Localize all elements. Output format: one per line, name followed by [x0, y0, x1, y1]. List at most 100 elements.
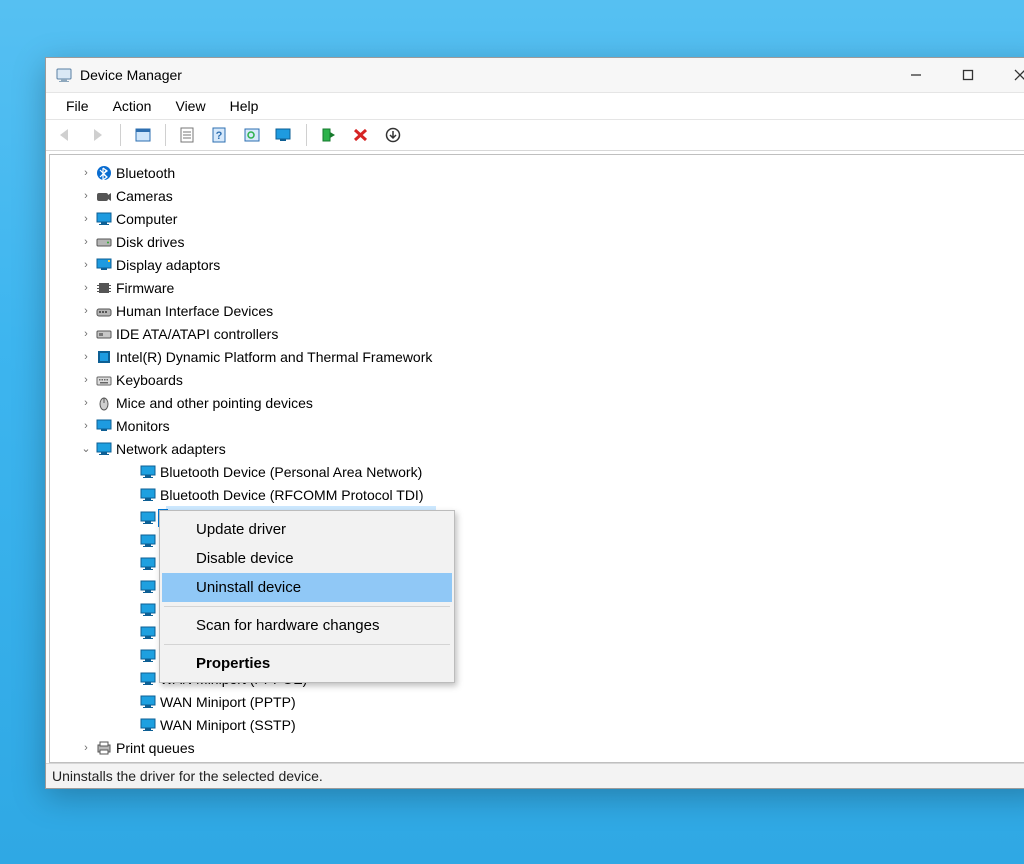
expander-icon[interactable]: › — [78, 374, 94, 386]
net-icon — [138, 694, 158, 710]
tree-category[interactable]: › IDE ATA/ATAPI controllers — [50, 322, 1024, 345]
tree-category[interactable]: › Human Interface Devices — [50, 299, 1024, 322]
menu-help[interactable]: Help — [218, 95, 271, 117]
net-icon — [138, 533, 158, 549]
tree-category[interactable]: › Mice and other pointing devices — [50, 391, 1024, 414]
close-button[interactable] — [994, 58, 1024, 92]
device-tree[interactable]: ›Bluetooth›Cameras›Computer›Disk drives›… — [49, 154, 1024, 763]
tree-category[interactable]: ›Firmware — [50, 276, 1024, 299]
tree-category[interactable]: › Keyboards — [50, 368, 1024, 391]
menu-view[interactable]: View — [163, 95, 217, 117]
expander-icon[interactable]: › — [78, 213, 94, 225]
display-icon — [94, 257, 114, 273]
toolbar-forward-button[interactable] — [84, 122, 112, 148]
tree-node-label: IDE ATA/ATAPI controllers — [114, 326, 278, 342]
hid-icon — [94, 303, 114, 319]
net-icon — [138, 625, 158, 641]
toolbar-uninstall-button[interactable] — [347, 122, 375, 148]
net-icon — [138, 510, 158, 526]
tree-node-label: Computer — [114, 211, 177, 227]
menu-action[interactable]: Action — [101, 95, 164, 117]
toolbar-scan-button[interactable] — [238, 122, 266, 148]
expander-icon[interactable]: › — [78, 742, 94, 754]
close-icon — [1014, 69, 1024, 81]
toolbar-help-button[interactable]: ? — [206, 122, 234, 148]
expander-icon[interactable]: › — [78, 305, 94, 317]
expander-icon[interactable]: › — [78, 397, 94, 409]
tree-node-label: Keyboards — [114, 372, 183, 388]
net-icon — [138, 464, 158, 480]
properties-sheet-icon — [179, 127, 197, 143]
app-icon — [56, 67, 72, 83]
toolbar-enable-button[interactable] — [315, 122, 343, 148]
toolbar-properties-button[interactable] — [174, 122, 202, 148]
tree-category[interactable]: ›Monitors — [50, 414, 1024, 437]
toolbar-disable-button[interactable] — [379, 122, 407, 148]
expander-icon[interactable]: › — [78, 282, 94, 294]
toolbar-show-hidden-button[interactable] — [129, 122, 157, 148]
minimize-button[interactable] — [890, 58, 942, 92]
maximize-button[interactable] — [942, 58, 994, 92]
tree-category-network[interactable]: ⌄ Network adapters — [50, 437, 1024, 460]
context-menu-item[interactable]: Disable device — [162, 544, 452, 573]
tree-node-label: WAN Miniport (SSTP) — [158, 717, 296, 733]
tree-node-label: Human Interface Devices — [114, 303, 273, 319]
tree-node-label: Mice and other pointing devices — [114, 395, 313, 411]
tree-node-label: Display adaptors — [114, 257, 220, 273]
statusbar-text: Uninstalls the driver for the selected d… — [52, 768, 323, 784]
expander-icon[interactable]: › — [78, 420, 94, 432]
expander-icon[interactable]: › — [78, 328, 94, 340]
net-icon — [138, 579, 158, 595]
expander-icon[interactable]: › — [78, 351, 94, 363]
toolbar-update-button[interactable] — [270, 122, 298, 148]
tree-node-label: Intel(R) Dynamic Platform and Thermal Fr… — [114, 349, 432, 365]
toolbar-separator — [165, 124, 166, 146]
bluetooth-icon — [94, 165, 114, 181]
expander-icon[interactable]: ⌄ — [78, 442, 94, 455]
tree-node-label: Bluetooth Device (RFCOMM Protocol TDI) — [158, 487, 423, 503]
ide-icon — [94, 326, 114, 342]
tree-device[interactable]: Bluetooth Device (RFCOMM Protocol TDI) — [50, 483, 1024, 506]
tree-category[interactable]: › Computer — [50, 207, 1024, 230]
tree-device[interactable]: WAN Miniport (PPTP) — [50, 690, 1024, 713]
svg-text:?: ? — [216, 130, 223, 142]
monitor-update-icon — [275, 127, 293, 143]
expander-icon[interactable]: › — [78, 167, 94, 179]
expander-icon[interactable]: › — [78, 259, 94, 271]
tree-node-label: Print queues — [114, 740, 195, 756]
tree-category[interactable]: ›Bluetooth — [50, 161, 1024, 184]
tree-category[interactable]: › Cameras — [50, 184, 1024, 207]
expander-icon[interactable]: › — [78, 190, 94, 202]
enable-device-icon — [320, 127, 338, 143]
camera-icon — [94, 188, 114, 204]
tree-device[interactable]: WAN Miniport (SSTP) — [50, 713, 1024, 736]
tree-node-label: Cameras — [114, 188, 173, 204]
computer-icon — [94, 211, 114, 227]
tree-node-label: Network adapters — [114, 441, 226, 457]
maximize-icon — [962, 69, 974, 81]
window-icon — [134, 127, 152, 143]
statusbar: Uninstalls the driver for the selected d… — [46, 763, 1024, 788]
net-icon — [138, 717, 158, 733]
toolbar-separator — [120, 124, 121, 146]
firmware-icon — [94, 280, 114, 296]
tree-node-label: Disk drives — [114, 234, 184, 250]
context-menu-separator — [164, 644, 450, 645]
context-menu-item[interactable]: Update driver — [162, 515, 452, 544]
tree-category[interactable]: › Print queues — [50, 736, 1024, 759]
net-icon — [138, 602, 158, 618]
tree-category[interactable]: › Intel(R) Dynamic Platform and Thermal F… — [50, 345, 1024, 368]
context-menu-item[interactable]: Scan for hardware changes — [162, 611, 452, 640]
menu-file[interactable]: File — [54, 95, 101, 117]
tree-category[interactable]: › Disk drives — [50, 230, 1024, 253]
context-menu-item[interactable]: Uninstall device — [162, 573, 452, 602]
tree-node-label: WAN Miniport (PPTP) — [158, 694, 296, 710]
mouse-icon — [94, 395, 114, 411]
tree-category[interactable]: › Display adaptors — [50, 253, 1024, 276]
context-menu-item[interactable]: Properties — [162, 649, 452, 678]
scan-hardware-icon — [243, 127, 261, 143]
arrow-left-icon — [57, 127, 75, 143]
tree-device[interactable]: Bluetooth Device (Personal Area Network) — [50, 460, 1024, 483]
expander-icon[interactable]: › — [78, 236, 94, 248]
toolbar-back-button[interactable] — [52, 122, 80, 148]
